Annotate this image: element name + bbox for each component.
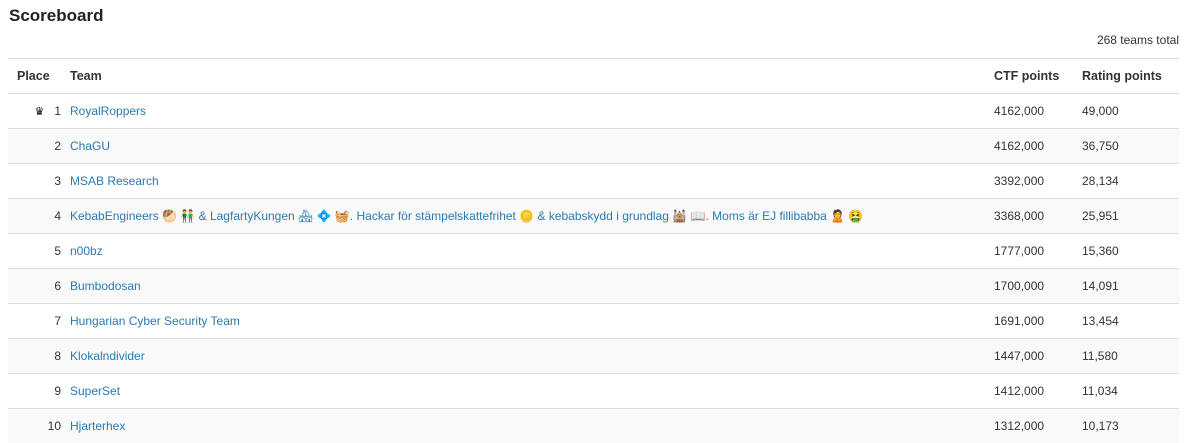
place-cell: 8 bbox=[8, 339, 70, 374]
place-number: 1 bbox=[54, 104, 61, 118]
header-ctf-points: CTF points bbox=[994, 59, 1082, 94]
rating-points-cell: 25,951 bbox=[1082, 199, 1179, 234]
ctf-points-cell: 3368,000 bbox=[994, 199, 1082, 234]
table-row: 9 SuperSet 1412,00011,034 bbox=[8, 374, 1179, 409]
teams-total: 268 teams total bbox=[1097, 33, 1179, 47]
rating-points-cell: 15,360 bbox=[1082, 234, 1179, 269]
team-cell: KebabEngineers 🥙 👬 & LagfartyKungen 🏘 💠 … bbox=[70, 199, 994, 234]
place-number: 5 bbox=[54, 244, 61, 258]
table-row: 7 Hungarian Cyber Security Team 1691,00013… bbox=[8, 304, 1179, 339]
place-number: 10 bbox=[48, 419, 61, 433]
header-rating-points: Rating points bbox=[1082, 59, 1179, 94]
place-cell: 7 bbox=[8, 304, 70, 339]
page-title: Scoreboard bbox=[9, 6, 103, 26]
team-link[interactable]: Hungarian Cyber Security Team bbox=[70, 314, 240, 328]
rating-points-cell: 10,173 bbox=[1082, 409, 1179, 443]
team-link[interactable]: MSAB Research bbox=[70, 174, 159, 188]
header-place: Place bbox=[8, 59, 70, 94]
place-number: 4 bbox=[54, 209, 61, 223]
team-cell: MSAB Research bbox=[70, 164, 994, 199]
team-link[interactable]: ChaGU bbox=[70, 139, 110, 153]
rating-points-cell: 13,454 bbox=[1082, 304, 1179, 339]
ctf-points-cell: 1777,000 bbox=[994, 234, 1082, 269]
ctf-points-cell: 1691,000 bbox=[994, 304, 1082, 339]
table-row: 4 KebabEngineers 🥙 👬 & LagfartyKungen 🏘 💠… bbox=[8, 199, 1179, 234]
ctf-points-cell: 1700,000 bbox=[994, 269, 1082, 304]
team-cell: n00bz bbox=[70, 234, 994, 269]
ctf-points-cell: 1447,000 bbox=[994, 339, 1082, 374]
team-cell: RoyalRoppers bbox=[70, 94, 994, 129]
crown-icon: ♛ bbox=[34, 105, 44, 118]
place-cell: 9 bbox=[8, 374, 70, 409]
place-cell: 2 bbox=[8, 129, 70, 164]
place-number: 8 bbox=[54, 349, 61, 363]
table-row: 10 Hjarterhex 1312,00010,173 bbox=[8, 409, 1179, 443]
team-link[interactable]: KebabEngineers 🥙 👬 & LagfartyKungen 🏘 💠 … bbox=[70, 209, 863, 223]
ctf-points-cell: 1412,000 bbox=[994, 374, 1082, 409]
place-cell: 4 bbox=[8, 199, 70, 234]
rating-points-cell: 14,091 bbox=[1082, 269, 1179, 304]
rating-points-cell: 11,580 bbox=[1082, 339, 1179, 374]
rating-points-cell: 36,750 bbox=[1082, 129, 1179, 164]
table-row: 8 Klokalndivider 1447,00011,580 bbox=[8, 339, 1179, 374]
place-number: 6 bbox=[54, 279, 61, 293]
ctf-points-cell: 4162,000 bbox=[994, 94, 1082, 129]
header-team: Team bbox=[70, 59, 994, 94]
team-link[interactable]: SuperSet bbox=[70, 384, 120, 398]
place-cell: 6 bbox=[8, 269, 70, 304]
table-row: 3 MSAB Research 3392,00028,134 bbox=[8, 164, 1179, 199]
place-number: 9 bbox=[54, 384, 61, 398]
team-link[interactable]: Hjarterhex bbox=[70, 419, 125, 433]
ctf-points-cell: 4162,000 bbox=[994, 129, 1082, 164]
team-link[interactable]: Bumbodosan bbox=[70, 279, 141, 293]
team-cell: Bumbodosan bbox=[70, 269, 994, 304]
team-cell: ChaGU bbox=[70, 129, 994, 164]
table-row: ♛1RoyalRoppers4162,00049,000 bbox=[8, 94, 1179, 129]
team-cell: Hungarian Cyber Security Team bbox=[70, 304, 994, 339]
table-header: Place Team CTF points Rating points bbox=[8, 59, 1179, 94]
scoreboard-table: Place Team CTF points Rating points ♛1Ro… bbox=[8, 58, 1179, 443]
place-number: 7 bbox=[54, 314, 61, 328]
place-cell: ♛1 bbox=[8, 94, 70, 129]
table-row: 5 n00bz 1777,00015,360 bbox=[8, 234, 1179, 269]
team-cell: SuperSet bbox=[70, 374, 994, 409]
place-cell: 3 bbox=[8, 164, 70, 199]
place-number: 3 bbox=[54, 174, 61, 188]
ctf-points-cell: 3392,000 bbox=[994, 164, 1082, 199]
table-row: 6 Bumbodosan 1700,00014,091 bbox=[8, 269, 1179, 304]
place-number: 2 bbox=[54, 139, 61, 153]
scoreboard-page: Scoreboard 268 teams total Place Team CT… bbox=[0, 0, 1197, 442]
place-cell: 5 bbox=[8, 234, 70, 269]
table-row: 2 ChaGU 4162,00036,750 bbox=[8, 129, 1179, 164]
header-row: Place Team CTF points Rating points bbox=[8, 59, 1179, 94]
ctf-points-cell: 1312,000 bbox=[994, 409, 1082, 443]
team-link[interactable]: RoyalRoppers bbox=[70, 104, 146, 118]
table-body: ♛1RoyalRoppers4162,00049,0002ChaGU4162,0… bbox=[8, 94, 1179, 443]
team-cell: Hjarterhex bbox=[70, 409, 994, 443]
rating-points-cell: 11,034 bbox=[1082, 374, 1179, 409]
place-cell: 10 bbox=[8, 409, 70, 443]
rating-points-cell: 49,000 bbox=[1082, 94, 1179, 129]
team-cell: Klokalndivider bbox=[70, 339, 994, 374]
team-link[interactable]: n00bz bbox=[70, 244, 103, 258]
team-link[interactable]: Klokalndivider bbox=[70, 349, 145, 363]
rating-points-cell: 28,134 bbox=[1082, 164, 1179, 199]
